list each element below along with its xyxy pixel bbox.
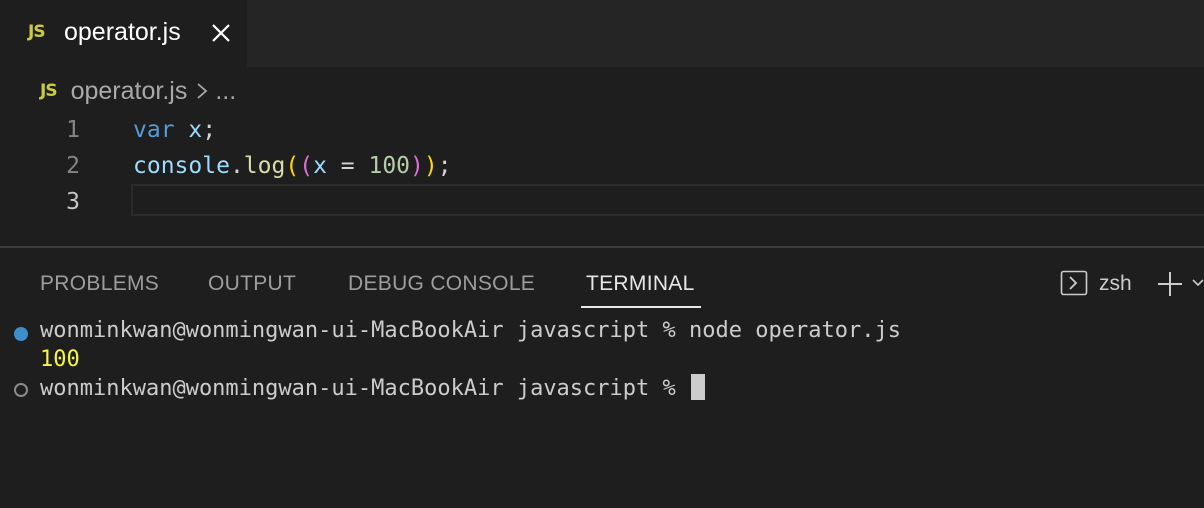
line-number: 1 — [66, 117, 80, 143]
code-line: 1 var x; — [0, 112, 1204, 148]
terminal-line: wonminkwan@wonmingwan-ui-MacBookAir java… — [40, 374, 706, 401]
javascript-file-icon: JS — [40, 81, 58, 101]
terminal-icon[interactable] — [1060, 270, 1088, 296]
panel-tab-bar: PROBLEMS OUTPUT DEBUG CONSOLE TERMINAL z… — [0, 260, 1204, 310]
terminal-line: wonminkwan@wonmingwan-ui-MacBookAir java… — [40, 318, 901, 343]
chevron-right-icon — [197, 83, 208, 99]
javascript-file-icon: JS — [28, 22, 46, 42]
current-line-highlight — [131, 184, 1204, 216]
active-tab-indicator — [581, 306, 701, 308]
tab-output[interactable]: OUTPUT — [208, 272, 296, 296]
terminal-shell-name[interactable]: zsh — [1099, 272, 1132, 296]
line-number: 2 — [66, 153, 80, 179]
breadcrumb-more[interactable]: ... — [215, 77, 236, 106]
chevron-down-icon[interactable] — [1192, 276, 1204, 290]
line-number: 3 — [66, 189, 80, 215]
command-success-icon[interactable] — [14, 327, 28, 341]
terminal-prompt: wonminkwan@wonmingwan-ui-MacBookAir java… — [40, 376, 690, 401]
tab-title: operator.js — [64, 18, 181, 46]
breadcrumb-file[interactable]: operator.js — [71, 77, 188, 106]
tab-problems[interactable]: PROBLEMS — [40, 272, 159, 296]
tab-operator-js[interactable]: JS operator.js — [0, 0, 247, 67]
code-line-current[interactable]: 3 — [0, 184, 1204, 220]
terminal-line: 100 — [40, 347, 80, 372]
close-icon[interactable] — [208, 20, 234, 46]
tab-terminal[interactable]: TERMINAL — [586, 272, 695, 296]
breadcrumb: JS operator.js ... — [40, 74, 236, 108]
terminal-cursor — [691, 374, 706, 400]
code-text: console.log((x = 100)); — [133, 153, 452, 179]
code-text: var x; — [133, 117, 217, 143]
panel-divider[interactable] — [0, 246, 1204, 248]
plus-icon[interactable] — [1156, 270, 1184, 298]
command-pending-icon[interactable] — [14, 383, 28, 397]
code-line: 2 console.log((x = 100)); — [0, 148, 1204, 184]
code-editor[interactable]: 1 var x; 2 console.log((x = 100)); 3 — [0, 112, 1204, 224]
tab-debug-console[interactable]: DEBUG CONSOLE — [348, 272, 535, 296]
editor-tab-bar: JS operator.js — [0, 0, 1204, 67]
